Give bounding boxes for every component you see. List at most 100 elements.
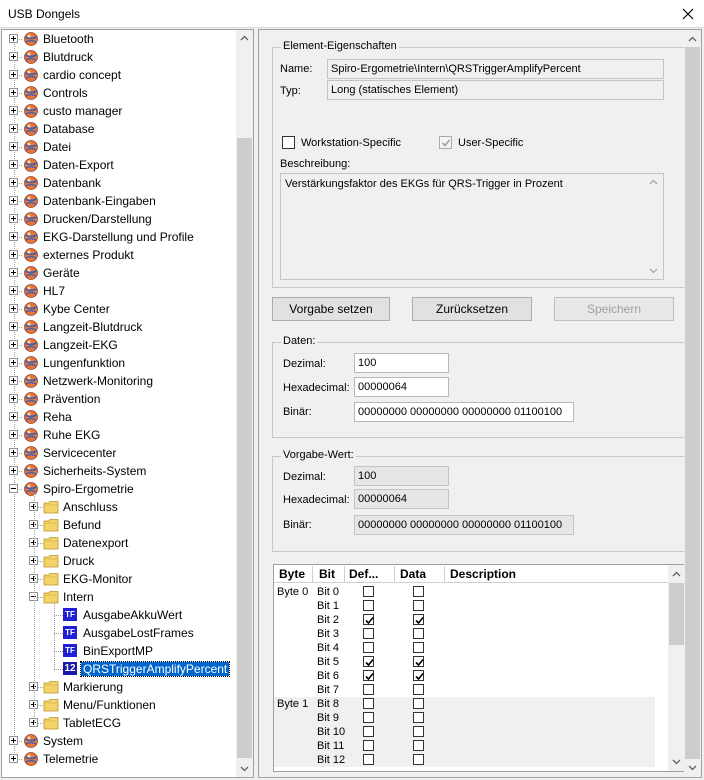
tree-item-befund[interactable]: Befund	[2, 516, 238, 534]
default-bit-checkbox[interactable]	[363, 600, 374, 611]
settings-tree[interactable]: Bluetooth Blutdruck cardio concept Controls…	[1, 29, 254, 778]
tree-item-externes-produkt[interactable]: externes Produkt	[2, 246, 238, 264]
data-bit-checkbox[interactable]	[413, 754, 424, 765]
table-row[interactable]: Bit 2	[274, 613, 655, 627]
expand-icon[interactable]	[9, 448, 18, 457]
tree-item-database[interactable]: Database	[2, 120, 238, 138]
expand-icon[interactable]	[9, 286, 18, 295]
tree-item-markierung[interactable]: Markierung	[2, 678, 238, 696]
expand-icon[interactable]	[9, 358, 18, 367]
expand-icon[interactable]	[9, 106, 18, 115]
grid-scrollbar[interactable]	[668, 565, 685, 771]
description-field[interactable]: Verstärkungsfaktor des EKGs für QRS-Trig…	[280, 173, 664, 280]
expand-icon[interactable]	[9, 322, 18, 331]
default-bit-checkbox[interactable]	[363, 740, 374, 751]
default-bit-checkbox[interactable]	[363, 670, 374, 681]
table-row[interactable]: Bit 12	[274, 753, 655, 767]
data-bit-checkbox[interactable]	[413, 586, 424, 597]
expand-icon[interactable]	[9, 70, 18, 79]
expand-icon[interactable]	[9, 88, 18, 97]
tree-item-reha[interactable]: Reha	[2, 408, 238, 426]
tree-item-ger-te[interactable]: Geräte	[2, 264, 238, 282]
tree-item-ausgabelostframes[interactable]: TF AusgabeLostFrames	[2, 624, 238, 642]
user-specific-checkbox[interactable]	[439, 136, 452, 149]
panel-scroll-up-icon[interactable]	[688, 35, 697, 44]
col-byte[interactable]: Byte	[279, 567, 305, 581]
data-bit-checkbox[interactable]	[413, 684, 424, 695]
tree-item-telemetrie[interactable]: Telemetrie	[2, 750, 238, 768]
tree-item-pr-vention[interactable]: Prävention	[2, 390, 238, 408]
expand-icon[interactable]	[9, 142, 18, 151]
tree-item-servicecenter[interactable]: Servicecenter	[2, 444, 238, 462]
tree-item-druck[interactable]: Druck	[2, 552, 238, 570]
tree-item-ruhe-ekg[interactable]: Ruhe EKG	[2, 426, 238, 444]
data-bit-checkbox[interactable]	[413, 600, 424, 611]
expand-icon[interactable]	[9, 376, 18, 385]
data-bit-checkbox[interactable]	[413, 726, 424, 737]
tree-item-intern[interactable]: Intern	[2, 588, 238, 606]
tree-item-controls[interactable]: Controls	[2, 84, 238, 102]
default-bit-checkbox[interactable]	[363, 698, 374, 709]
table-row[interactable]: Bit 4	[274, 641, 655, 655]
table-row[interactable]: Bit 5	[274, 655, 655, 669]
col-bit[interactable]: Bit	[319, 567, 335, 581]
data-bit-checkbox[interactable]	[413, 712, 424, 723]
expand-icon[interactable]	[9, 214, 18, 223]
default-bit-checkbox[interactable]	[363, 712, 374, 723]
grid-scroll-thumb[interactable]	[669, 583, 684, 645]
tree-item-sicherheits-system[interactable]: Sicherheits-System	[2, 462, 238, 480]
expand-icon[interactable]	[9, 394, 18, 403]
table-row[interactable]: Bit 3	[274, 627, 655, 641]
tree-scroll-thumb[interactable]	[237, 138, 252, 758]
tree-item-menu-funktionen[interactable]: Menu/Funktionen	[2, 696, 238, 714]
close-button[interactable]	[672, 0, 704, 28]
description-scroll-up-icon[interactable]	[649, 178, 658, 187]
default-bit-checkbox[interactable]	[363, 656, 374, 667]
set-default-button[interactable]: Vorgabe setzen	[272, 297, 390, 321]
panel-scrollbar[interactable]	[684, 30, 701, 777]
scroll-down-icon[interactable]	[240, 764, 249, 773]
scroll-up-icon[interactable]	[240, 34, 249, 43]
expand-icon[interactable]	[9, 178, 18, 187]
data-decimal-input[interactable]: 100	[354, 353, 449, 373]
data-bit-checkbox[interactable]	[413, 614, 424, 625]
save-button[interactable]: Speichern	[554, 297, 674, 321]
panel-scroll-down-icon[interactable]	[688, 763, 697, 772]
tree-item-kybe-center[interactable]: Kybe Center	[2, 300, 238, 318]
workstation-specific-checkbox[interactable]	[282, 136, 295, 149]
table-row[interactable]: Byte 0 Bit 0	[274, 585, 655, 599]
expand-icon[interactable]	[9, 124, 18, 133]
tree-item-datenexport[interactable]: Datenexport	[2, 534, 238, 552]
collapse-icon[interactable]	[9, 484, 18, 493]
expand-icon[interactable]	[9, 412, 18, 421]
tree-item-qrstriggeramplifypercent[interactable]: 12 QRSTriggerAmplifyPercent	[2, 660, 238, 678]
data-binary-input[interactable]: 00000000 00000000 00000000 01100100	[354, 402, 574, 422]
data-bit-checkbox[interactable]	[413, 740, 424, 751]
tree-item-custo-manager[interactable]: custo manager	[2, 102, 238, 120]
tree-item-blutdruck[interactable]: Blutdruck	[2, 48, 238, 66]
description-scroll-down-icon[interactable]	[649, 266, 658, 275]
tree-item-ausgabeakkuwert[interactable]: TF AusgabeAkkuWert	[2, 606, 238, 624]
tree-item-anschluss[interactable]: Anschluss	[2, 498, 238, 516]
panel-scroll-thumb[interactable]	[685, 47, 700, 759]
table-row[interactable]: Bit 9	[274, 711, 655, 725]
expand-icon[interactable]	[9, 340, 18, 349]
default-bit-checkbox[interactable]	[363, 754, 374, 765]
tree-item-hl7[interactable]: HL7	[2, 282, 238, 300]
expand-icon[interactable]	[9, 304, 18, 313]
tree-item-system[interactable]: System	[2, 732, 238, 750]
expand-icon[interactable]	[9, 430, 18, 439]
tree-item-datenbank-eingaben[interactable]: Datenbank-Eingaben	[2, 192, 238, 210]
expand-icon[interactable]	[9, 466, 18, 475]
expand-icon[interactable]	[9, 250, 18, 259]
tree-item-lungenfunktion[interactable]: Lungenfunktion	[2, 354, 238, 372]
tree-item-spiro-ergometrie[interactable]: Spiro-Ergometrie	[2, 480, 238, 498]
tree-item-datenbank[interactable]: Datenbank	[2, 174, 238, 192]
default-bit-checkbox[interactable]	[363, 684, 374, 695]
table-row[interactable]: Bit 1	[274, 599, 655, 613]
data-bit-checkbox[interactable]	[413, 628, 424, 639]
tree-item-datei[interactable]: Datei	[2, 138, 238, 156]
expand-icon[interactable]	[9, 268, 18, 277]
tree-item-bluetooth[interactable]: Bluetooth	[2, 30, 238, 48]
data-hex-input[interactable]: 00000064	[354, 377, 449, 397]
